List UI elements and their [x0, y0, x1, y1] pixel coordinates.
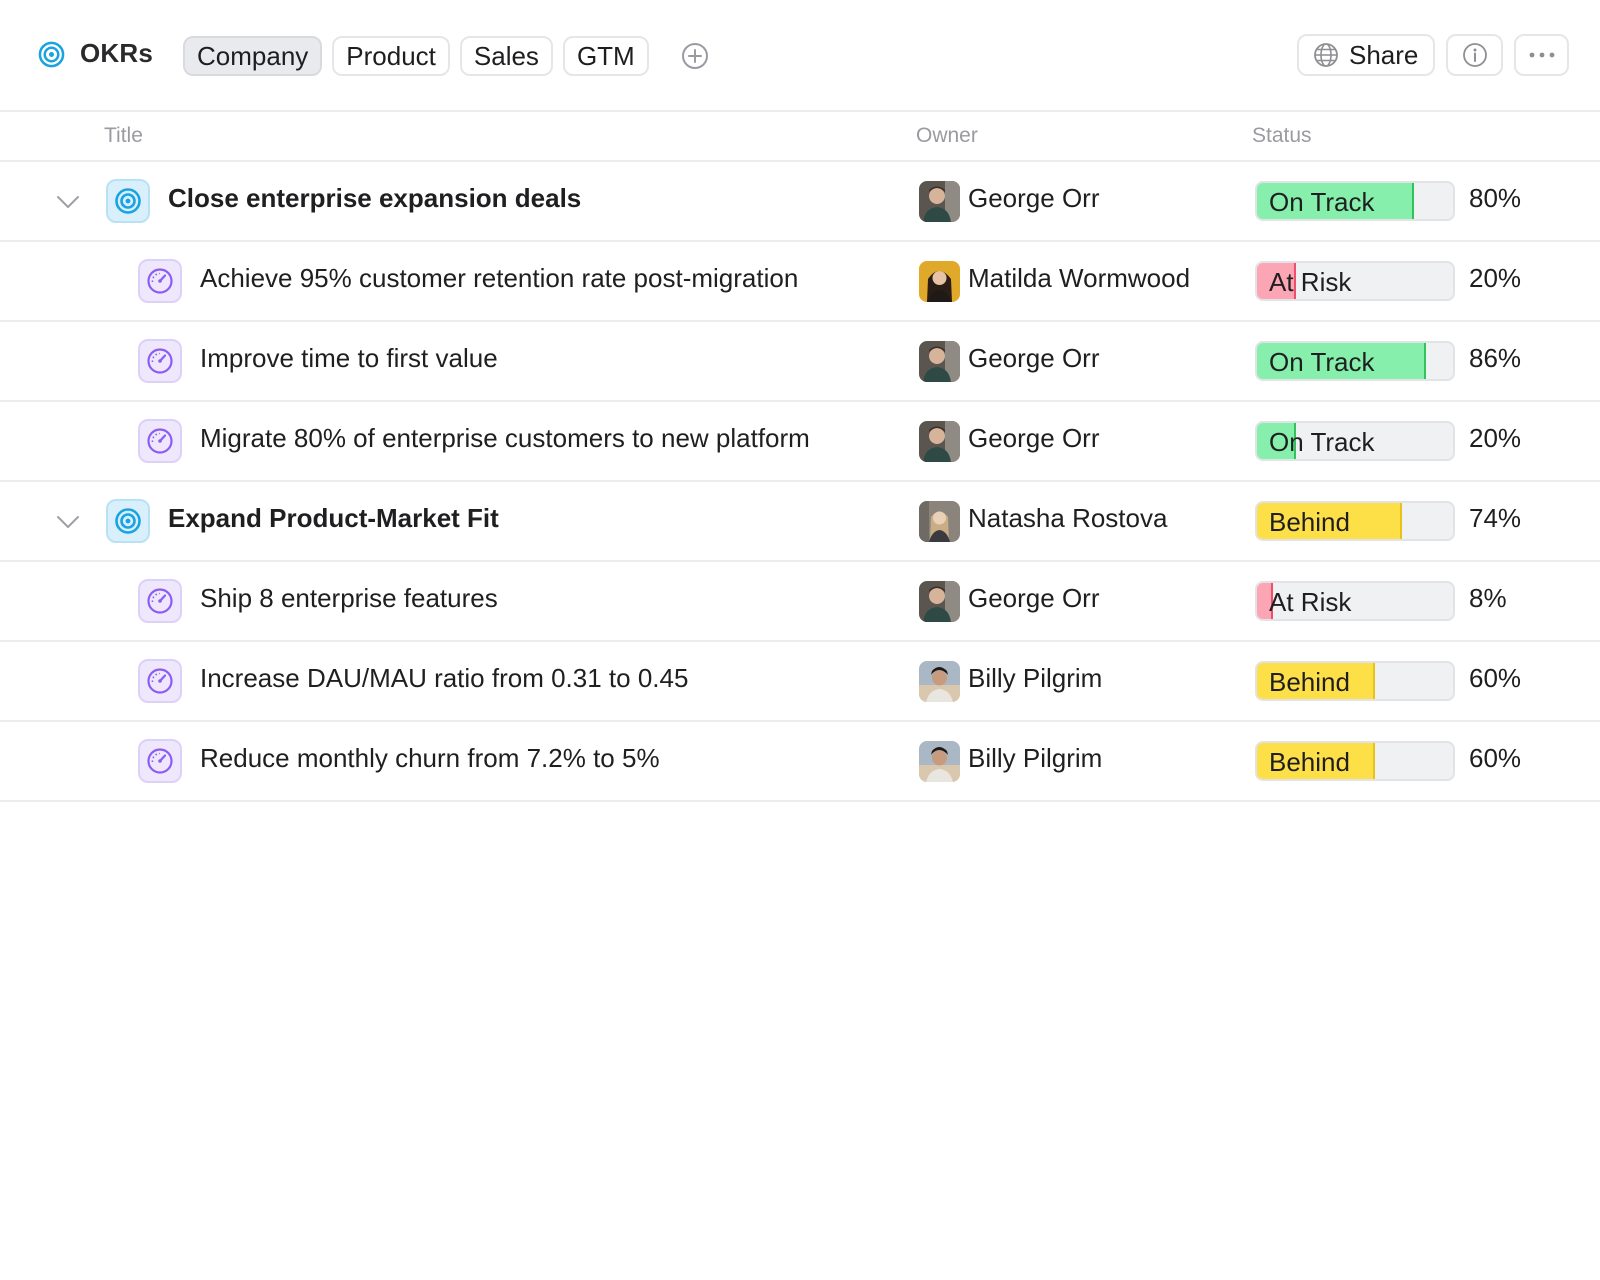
table-row[interactable]: Increase DAU/MAU ratio from 0.31 to 0.45…: [0, 642, 1600, 722]
column-title-header[interactable]: Title: [104, 124, 143, 148]
progress-percent: 60%: [1469, 663, 1522, 693]
column-status-header[interactable]: Status: [1252, 124, 1312, 148]
okr-table: Close enterprise expansion deals George …: [0, 162, 1600, 802]
chevron-down-icon[interactable]: [56, 511, 80, 533]
owner-name: George Orr: [968, 583, 1100, 613]
status-progress-bar: On Track: [1255, 341, 1455, 381]
owner-name: Matilda Wormwood: [968, 263, 1191, 293]
tab-bar: Company Product Sales GTM: [183, 36, 649, 76]
owner-name: Natasha Rostova: [968, 503, 1168, 533]
progress-percent: 86%: [1469, 343, 1522, 373]
status-progress-bar: At Risk: [1255, 261, 1455, 301]
gauge-icon: [138, 739, 182, 783]
owner-name: George Orr: [968, 183, 1100, 213]
avatar: [919, 341, 960, 382]
more-horizontal-icon: [1529, 52, 1554, 58]
objective-title: Close enterprise expansion deals: [168, 183, 582, 213]
status-progress-bar: On Track: [1255, 181, 1455, 221]
progress-percent: 20%: [1469, 423, 1522, 453]
status-badge: Behind: [1269, 747, 1350, 777]
avatar: [919, 661, 960, 702]
status-badge: At Risk: [1269, 267, 1352, 297]
plus-circle-icon[interactable]: [681, 42, 709, 70]
status-badge: On Track: [1269, 347, 1375, 377]
table-header: Title Owner Status: [0, 112, 1600, 162]
status-badge: Behind: [1269, 507, 1350, 537]
status-progress-bar: Behind: [1255, 661, 1455, 701]
page-title: OKRs: [80, 38, 154, 68]
key-result-title: Increase DAU/MAU ratio from 0.31 to 0.45: [200, 663, 689, 693]
table-row[interactable]: Migrate 80% of enterprise customers to n…: [0, 402, 1600, 482]
target-icon: [106, 499, 150, 543]
column-owner-header[interactable]: Owner: [916, 124, 978, 148]
info-button[interactable]: [1446, 34, 1503, 76]
share-label: Share: [1349, 39, 1419, 70]
table-row[interactable]: Ship 8 enterprise features George Orr At…: [0, 562, 1600, 642]
avatar: [919, 181, 960, 222]
table-row[interactable]: Achieve 95% customer retention rate post…: [0, 242, 1600, 322]
tab-product[interactable]: Product: [332, 36, 450, 76]
table-row[interactable]: Improve time to first value George Orr O…: [0, 322, 1600, 402]
info-icon: [1462, 43, 1487, 67]
table-row[interactable]: Expand Product-Market Fit Natasha Rostov…: [0, 482, 1600, 562]
avatar: [919, 261, 960, 302]
table-row[interactable]: Reduce monthly churn from 7.2% to 5% Bil…: [0, 722, 1600, 802]
progress-percent: 60%: [1469, 743, 1522, 773]
key-result-title: Achieve 95% customer retention rate post…: [200, 263, 799, 293]
progress-percent: 8%: [1469, 583, 1507, 613]
gauge-icon: [138, 419, 182, 463]
more-button[interactable]: [1514, 34, 1569, 76]
target-icon: [106, 179, 150, 223]
owner-name: Billy Pilgrim: [968, 743, 1103, 773]
status-badge: On Track: [1269, 427, 1375, 457]
progress-percent: 20%: [1469, 263, 1522, 293]
key-result-title: Migrate 80% of enterprise customers to n…: [200, 423, 810, 453]
tab-gtm[interactable]: GTM: [562, 36, 649, 76]
progress-percent: 74%: [1469, 503, 1522, 533]
tab-company[interactable]: Company: [183, 36, 323, 76]
gauge-icon: [138, 659, 182, 703]
gauge-icon: [138, 579, 182, 623]
status-progress-bar: On Track: [1255, 421, 1455, 461]
avatar: [919, 741, 960, 782]
avatar: [919, 581, 960, 622]
tab-sales[interactable]: Sales: [459, 36, 553, 76]
objective-title: Expand Product-Market Fit: [168, 503, 499, 533]
key-result-title: Ship 8 enterprise features: [200, 583, 498, 613]
target-icon: [38, 41, 65, 68]
owner-name: George Orr: [968, 343, 1100, 373]
avatar: [919, 421, 960, 462]
owner-name: George Orr: [968, 423, 1100, 453]
share-button[interactable]: Share: [1297, 34, 1435, 76]
page-header: OKRs Company Product Sales GTM Share: [0, 0, 1600, 112]
progress-percent: 80%: [1469, 183, 1522, 213]
status-progress-bar: Behind: [1255, 501, 1455, 541]
table-row[interactable]: Close enterprise expansion deals George …: [0, 162, 1600, 242]
status-badge: On Track: [1269, 187, 1375, 217]
chevron-down-icon[interactable]: [56, 191, 80, 213]
key-result-title: Improve time to first value: [200, 343, 498, 373]
status-progress-bar: At Risk: [1255, 581, 1455, 621]
owner-name: Billy Pilgrim: [968, 663, 1103, 693]
globe-icon: [1314, 43, 1338, 67]
avatar: [919, 501, 960, 542]
key-result-title: Reduce monthly churn from 7.2% to 5%: [200, 743, 660, 773]
gauge-icon: [138, 259, 182, 303]
status-badge: Behind: [1269, 667, 1350, 697]
gauge-icon: [138, 339, 182, 383]
status-progress-bar: Behind: [1255, 741, 1455, 781]
status-badge: At Risk: [1269, 587, 1352, 617]
